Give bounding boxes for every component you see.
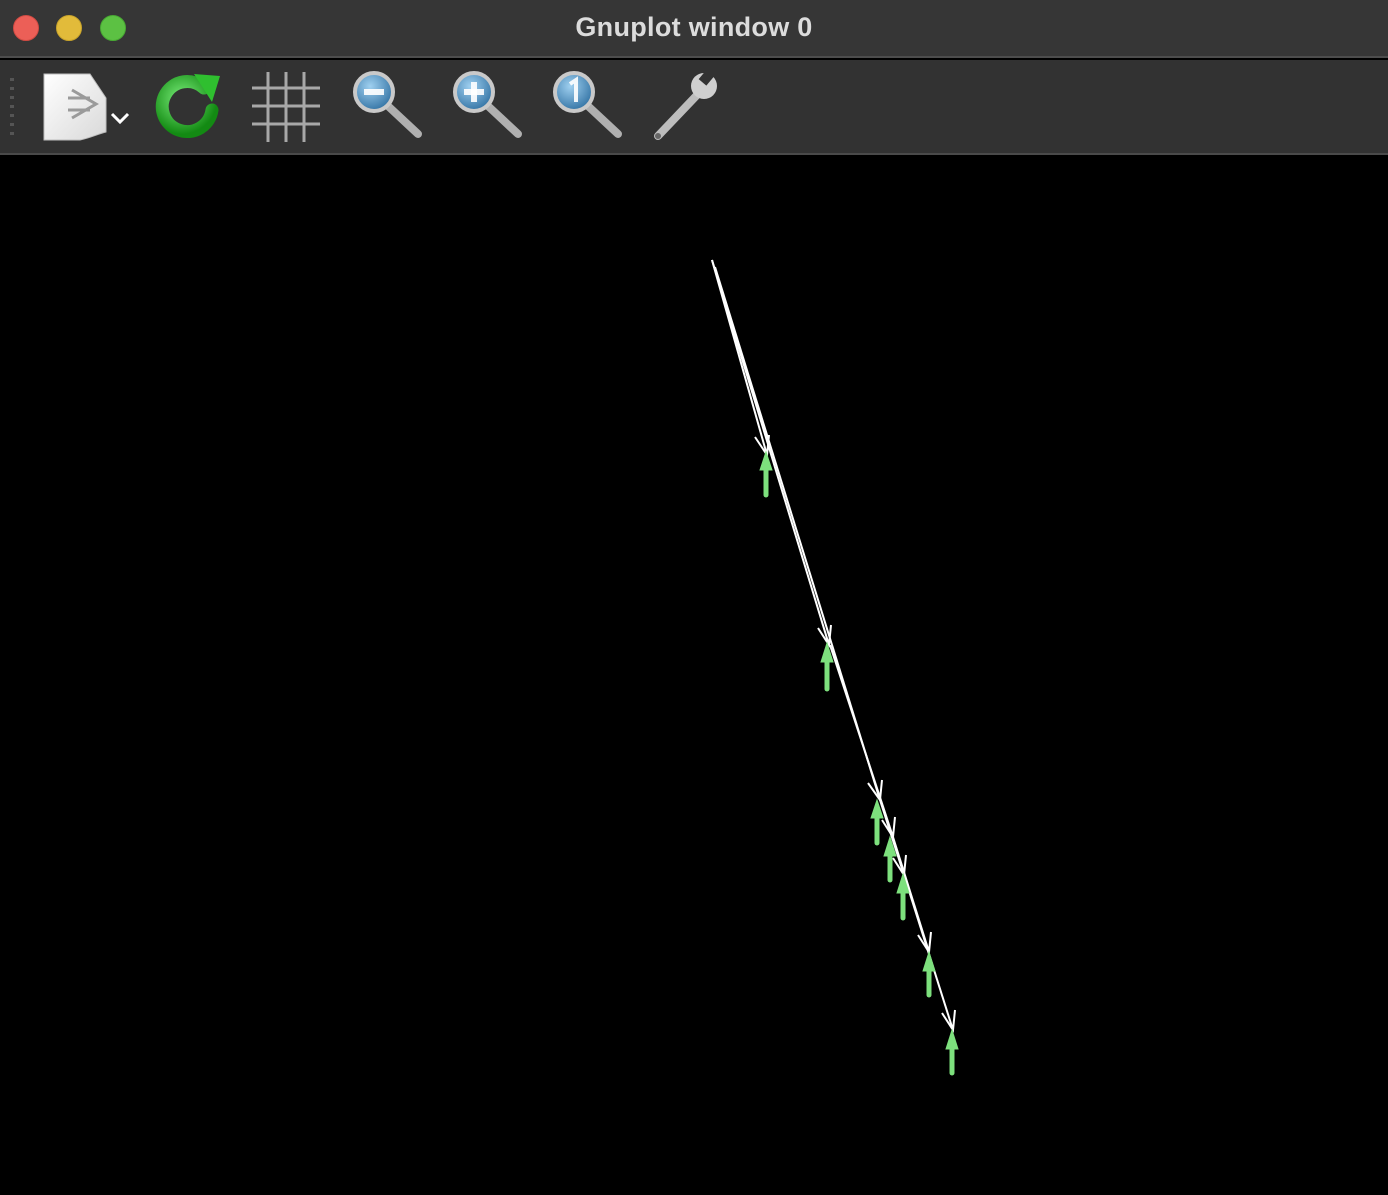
unzoom-button[interactable]	[550, 68, 626, 146]
zoom-reset-icon	[553, 71, 622, 138]
grid-icon	[252, 72, 320, 142]
zoom-in-icon	[453, 71, 522, 138]
plot-area[interactable]	[0, 155, 1388, 1190]
plot-canvas	[711, 259, 959, 1076]
white-vectors	[711, 259, 956, 1033]
toolbar-grip	[10, 78, 14, 138]
settings-button[interactable]	[648, 68, 724, 146]
zoom-out-icon	[353, 71, 422, 138]
title-bar[interactable]: Gnuplot window 0	[0, 0, 1388, 58]
toolbar	[0, 60, 1388, 155]
export-document-icon	[43, 73, 130, 141]
grid-button[interactable]	[248, 68, 324, 146]
zoom-previous-button[interactable]	[350, 68, 426, 146]
zoom-next-button[interactable]	[450, 68, 526, 146]
green-vectors	[759, 450, 959, 1076]
refresh-icon	[155, 74, 220, 139]
replot-button[interactable]	[150, 68, 226, 146]
gnuplot-window: Gnuplot window 0	[0, 0, 1388, 1190]
wrench-icon	[654, 68, 717, 140]
export-button[interactable]	[38, 68, 134, 146]
window-title: Gnuplot window 0	[575, 12, 813, 42]
